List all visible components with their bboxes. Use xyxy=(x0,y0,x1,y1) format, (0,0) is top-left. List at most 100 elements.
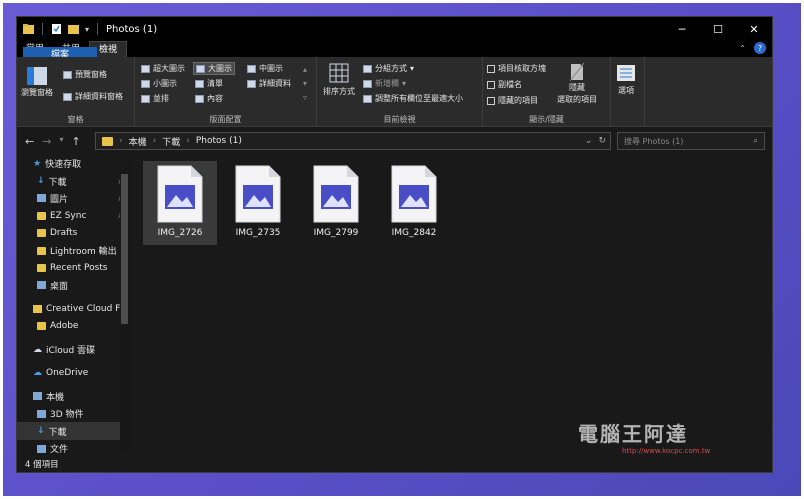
nav-item[interactable]: 桌面 xyxy=(17,277,129,294)
nav-item[interactable]: EZ Sync📌 xyxy=(17,207,129,224)
preview-pane-button[interactable]: 預覽窗格 xyxy=(63,69,107,80)
large-icons-icon xyxy=(196,64,205,73)
options-button[interactable]: 選項 xyxy=(617,65,635,96)
details-pane-button[interactable]: 詳細資料窗格 xyxy=(63,91,123,102)
hide-selected-label-2: 選取的項目 xyxy=(557,95,597,104)
nav-item[interactable]: 圖片📌 xyxy=(17,190,129,207)
layout-small-label: 小圖示 xyxy=(153,79,177,88)
small-icons-icon xyxy=(141,79,150,88)
nav-item-label: Recent Posts xyxy=(50,263,108,274)
file-name: IMG_2799 xyxy=(313,228,359,238)
nav-item-label: 桌面 xyxy=(50,281,69,292)
options-icon xyxy=(617,65,635,81)
cc-icon xyxy=(33,304,42,313)
refresh-icon[interactable]: ↻ xyxy=(598,136,606,146)
size-columns-label: 調整所有欄位至最適大小 xyxy=(375,94,463,103)
nav-item[interactable]: ★ 快速存取 xyxy=(17,155,129,172)
nav-pane-scrollbar[interactable] xyxy=(120,162,129,452)
layout-medium[interactable]: 中圖示 xyxy=(247,63,283,74)
file-list: IMG_2726 IMG_2735 IMG_2799 IMG_2842 xyxy=(137,155,772,456)
nav-item[interactable]: ☁ iCloud 雲碟 xyxy=(17,341,129,358)
sort-by-button[interactable]: 排序方式 xyxy=(323,63,355,97)
layout-xlarge[interactable]: 超大圖示 xyxy=(141,63,185,74)
group-label-panes: 窗格 xyxy=(67,115,84,124)
forward-arrow-icon[interactable]: → xyxy=(42,135,51,148)
scrollbar-thumb[interactable] xyxy=(121,174,128,324)
layout-tiles[interactable]: 並排 xyxy=(141,93,169,104)
layout-small[interactable]: 小圖示 xyxy=(141,78,177,89)
up-arrow-icon[interactable]: ↑ xyxy=(71,135,80,148)
divider xyxy=(42,23,43,35)
title-bar: ▾ Photos (1) ─ ☐ ✕ xyxy=(17,17,772,41)
group-by-icon xyxy=(363,64,372,73)
layout-content[interactable]: 內容 xyxy=(195,93,223,104)
nav-item[interactable]: 3D 物件 xyxy=(17,405,129,422)
folder-icon xyxy=(37,211,46,220)
nav-item[interactable]: ☁ OneDrive xyxy=(17,364,129,381)
hide-selected-button[interactable]: 隱藏 選取的項目 xyxy=(557,63,597,105)
window-title: Photos (1) xyxy=(106,23,158,35)
options-label: 選項 xyxy=(618,86,634,95)
customize-qa-dropdown[interactable]: ▾ xyxy=(85,25,89,34)
properties-icon[interactable] xyxy=(51,23,62,35)
recent-locations-chevron-icon[interactable]: ▾ xyxy=(59,135,63,148)
item-count: 4 個項目 xyxy=(25,460,59,470)
search-input[interactable]: 搜尋 Photos (1) ⌕ xyxy=(617,132,765,150)
nav-item-label: Lightroom 輸出 xyxy=(50,247,117,258)
hidden-items-toggle[interactable]: 隱藏的項目 xyxy=(487,95,538,106)
image-file-icon xyxy=(391,165,437,223)
file-name: IMG_2842 xyxy=(391,228,437,238)
file-item[interactable]: IMG_2799 xyxy=(299,161,373,245)
address-bar[interactable]: › 本機 › 下載 › Photos (1) ⌄ ↻ xyxy=(95,132,611,150)
layout-list[interactable]: 清單 xyxy=(195,78,223,89)
sort-icon xyxy=(329,63,349,83)
group-by-button[interactable]: 分組方式 ▾ xyxy=(363,63,414,74)
nav-item[interactable]: ↓下載📌 xyxy=(17,172,129,189)
back-arrow-icon[interactable]: ← xyxy=(25,135,34,148)
folder-icon xyxy=(37,229,46,238)
layout-scroll-arrows-icon[interactable]: ▴ ▾ ▿ xyxy=(303,63,307,105)
checkbox[interactable] xyxy=(487,64,495,73)
layout-content-label: 內容 xyxy=(207,94,223,103)
nav-item[interactable]: Drafts xyxy=(17,225,129,242)
add-columns-button[interactable]: 新增欄 ▾ xyxy=(363,78,406,89)
new-folder-icon[interactable] xyxy=(68,23,79,35)
size-columns-button[interactable]: 調整所有欄位至最適大小 xyxy=(363,93,463,104)
ribbon-collapse-chevron-icon[interactable]: ⌃ xyxy=(739,44,746,53)
file-item[interactable]: IMG_2842 xyxy=(377,161,451,245)
nav-item[interactable]: Lightroom 輸出 xyxy=(17,242,129,259)
extensions-toggle[interactable]: 副檔名 xyxy=(487,79,522,90)
nav-item[interactable]: 本機 xyxy=(17,388,129,405)
item-checkboxes-toggle[interactable]: 項目核取方塊 xyxy=(487,63,546,74)
close-button[interactable]: ✕ xyxy=(736,17,772,41)
breadcrumb-item[interactable]: 本機 xyxy=(129,135,147,148)
nav-item[interactable]: Recent Posts xyxy=(17,259,129,276)
nav-item[interactable]: ↓ 下載 xyxy=(17,422,129,440)
nav-pane-button[interactable]: 瀏覽窗格 xyxy=(21,67,53,98)
layout-large[interactable]: 大圖示 xyxy=(193,62,235,75)
layout-details[interactable]: 詳細資料 xyxy=(247,78,291,89)
file-item[interactable]: IMG_2735 xyxy=(221,161,295,245)
extensions-label: 副檔名 xyxy=(498,80,522,89)
group-by-label: 分組方式 xyxy=(375,64,407,73)
xlarge-icons-icon xyxy=(141,64,150,73)
checkbox[interactable] xyxy=(487,96,495,105)
nav-item[interactable]: Adobe xyxy=(17,318,129,335)
group-label-show-hide: 顯示/隱藏 xyxy=(529,115,564,124)
address-dropdown-icon[interactable]: ⌄ xyxy=(585,136,593,146)
nav-pane-icon xyxy=(27,67,47,85)
pictures-icon xyxy=(37,194,46,203)
status-bar: 4 個項目 xyxy=(17,458,772,472)
nav-item-label: OneDrive xyxy=(46,367,89,378)
image-file-icon xyxy=(313,165,359,223)
nav-item[interactable]: Creative Cloud Fi xyxy=(17,300,129,317)
breadcrumb-item[interactable]: Photos (1) xyxy=(196,136,242,146)
breadcrumb-item[interactable]: 下載 xyxy=(162,135,180,148)
file-item[interactable]: IMG_2726 xyxy=(143,161,217,245)
minimize-button[interactable]: ─ xyxy=(664,17,700,41)
chevron-down-icon: ▾ xyxy=(410,64,415,73)
maximize-button[interactable]: ☐ xyxy=(700,17,736,41)
checkbox[interactable] xyxy=(487,80,495,89)
help-icon[interactable]: ? xyxy=(754,42,766,54)
nav-item[interactable]: 文件 xyxy=(17,440,129,456)
